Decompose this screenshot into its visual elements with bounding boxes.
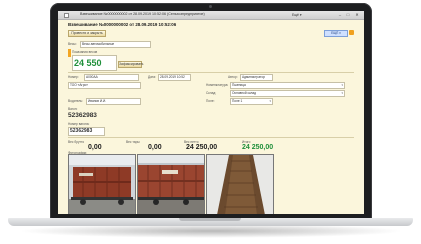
more-menu[interactable]: Ещё ▾ [292,13,302,17]
wagon-label: Вагон: [68,107,78,111]
document-title: Взвешивание №0000000002 от 28.09.2019 10… [68,22,177,27]
car-number-field[interactable]: 52362983 [68,127,105,136]
date-field[interactable]: 28.09.2019 10:52 [158,74,191,81]
vehicle-label: Номер: [68,75,79,79]
tare-label: Вес тары [126,140,140,144]
maximize-button[interactable]: □ [344,12,352,17]
close-button[interactable]: ✕ [353,12,361,17]
gross-value: 0,00 [88,144,102,151]
railcar-photo-3 [207,155,273,214]
window-titlebar: Взвешивание №0000000002 от 28.09.2019 10… [58,11,364,20]
capture-weight-button[interactable]: Зафиксировать [118,61,143,68]
vehicle-field[interactable]: А000АА [84,74,139,81]
divider [68,137,354,138]
window-checkbox[interactable] [64,13,69,18]
chevron-down-icon: ▾ [341,91,343,95]
warehouse-label: Склад: [206,91,217,95]
gross-label: Вес брутто [68,140,85,144]
post-and-close-button[interactable]: Провести и закрыть [68,30,106,37]
nomenclature-label: Номенклатура: [206,83,229,87]
photo-1[interactable] [68,154,136,214]
chevron-down-icon: ▾ [269,99,271,103]
photo-3[interactable] [206,154,274,214]
wagon-number: 52362983 [68,112,97,119]
railcar-photo-2 [138,155,204,214]
driver-field[interactable]: Иванов И.И. [86,98,141,105]
field-select[interactable]: Поле 1 ▾ [230,98,273,105]
counterparty-field[interactable]: ТОО «Агро» [68,82,141,89]
scale-label: Весы: [68,42,77,46]
report-badge[interactable]: ЕЩЁ ▾ [324,30,348,37]
laptop-shadow [18,224,404,238]
net-value: 24 250,00 [186,144,218,151]
minimize-button[interactable]: – [336,12,344,17]
car-label: Номер вагона: [68,122,90,126]
window-title: Взвешивание №0000000002 от 28.09.2019 10… [80,12,205,16]
photo-2[interactable] [137,154,205,214]
divider [68,72,354,73]
railcar-photo-1 [69,155,135,214]
nomenclature-field[interactable]: Пшеница ▾ [230,82,345,89]
laptop-notch [179,218,241,221]
weight-value: 24 550 [74,58,102,68]
weight-label: Показания весов [72,50,98,54]
laptop-lid: Взвешивание №0000000002 от 28.09.2019 10… [50,3,372,219]
webcam [209,5,212,8]
weight-indicator-icon [68,49,71,57]
author-label: Автор: [228,75,238,79]
author-field[interactable]: Администратор [240,74,273,81]
scale-select[interactable]: Весы автомобильные [80,41,151,48]
app-screen: Взвешивание №0000000002 от 28.09.2019 10… [58,11,364,214]
tare-value: 0,00 [148,144,162,151]
help-icon[interactable] [349,30,354,35]
date-label: Дата: [148,75,156,79]
field-label: Поле: [206,99,215,103]
weight-display: 24 550 [72,55,117,71]
warehouse-field[interactable]: Основной склад ▾ [230,90,345,97]
chevron-down-icon: ▾ [341,83,343,87]
driver-label: Водитель: [68,99,83,103]
result-value: 24 250,00 [242,144,274,151]
